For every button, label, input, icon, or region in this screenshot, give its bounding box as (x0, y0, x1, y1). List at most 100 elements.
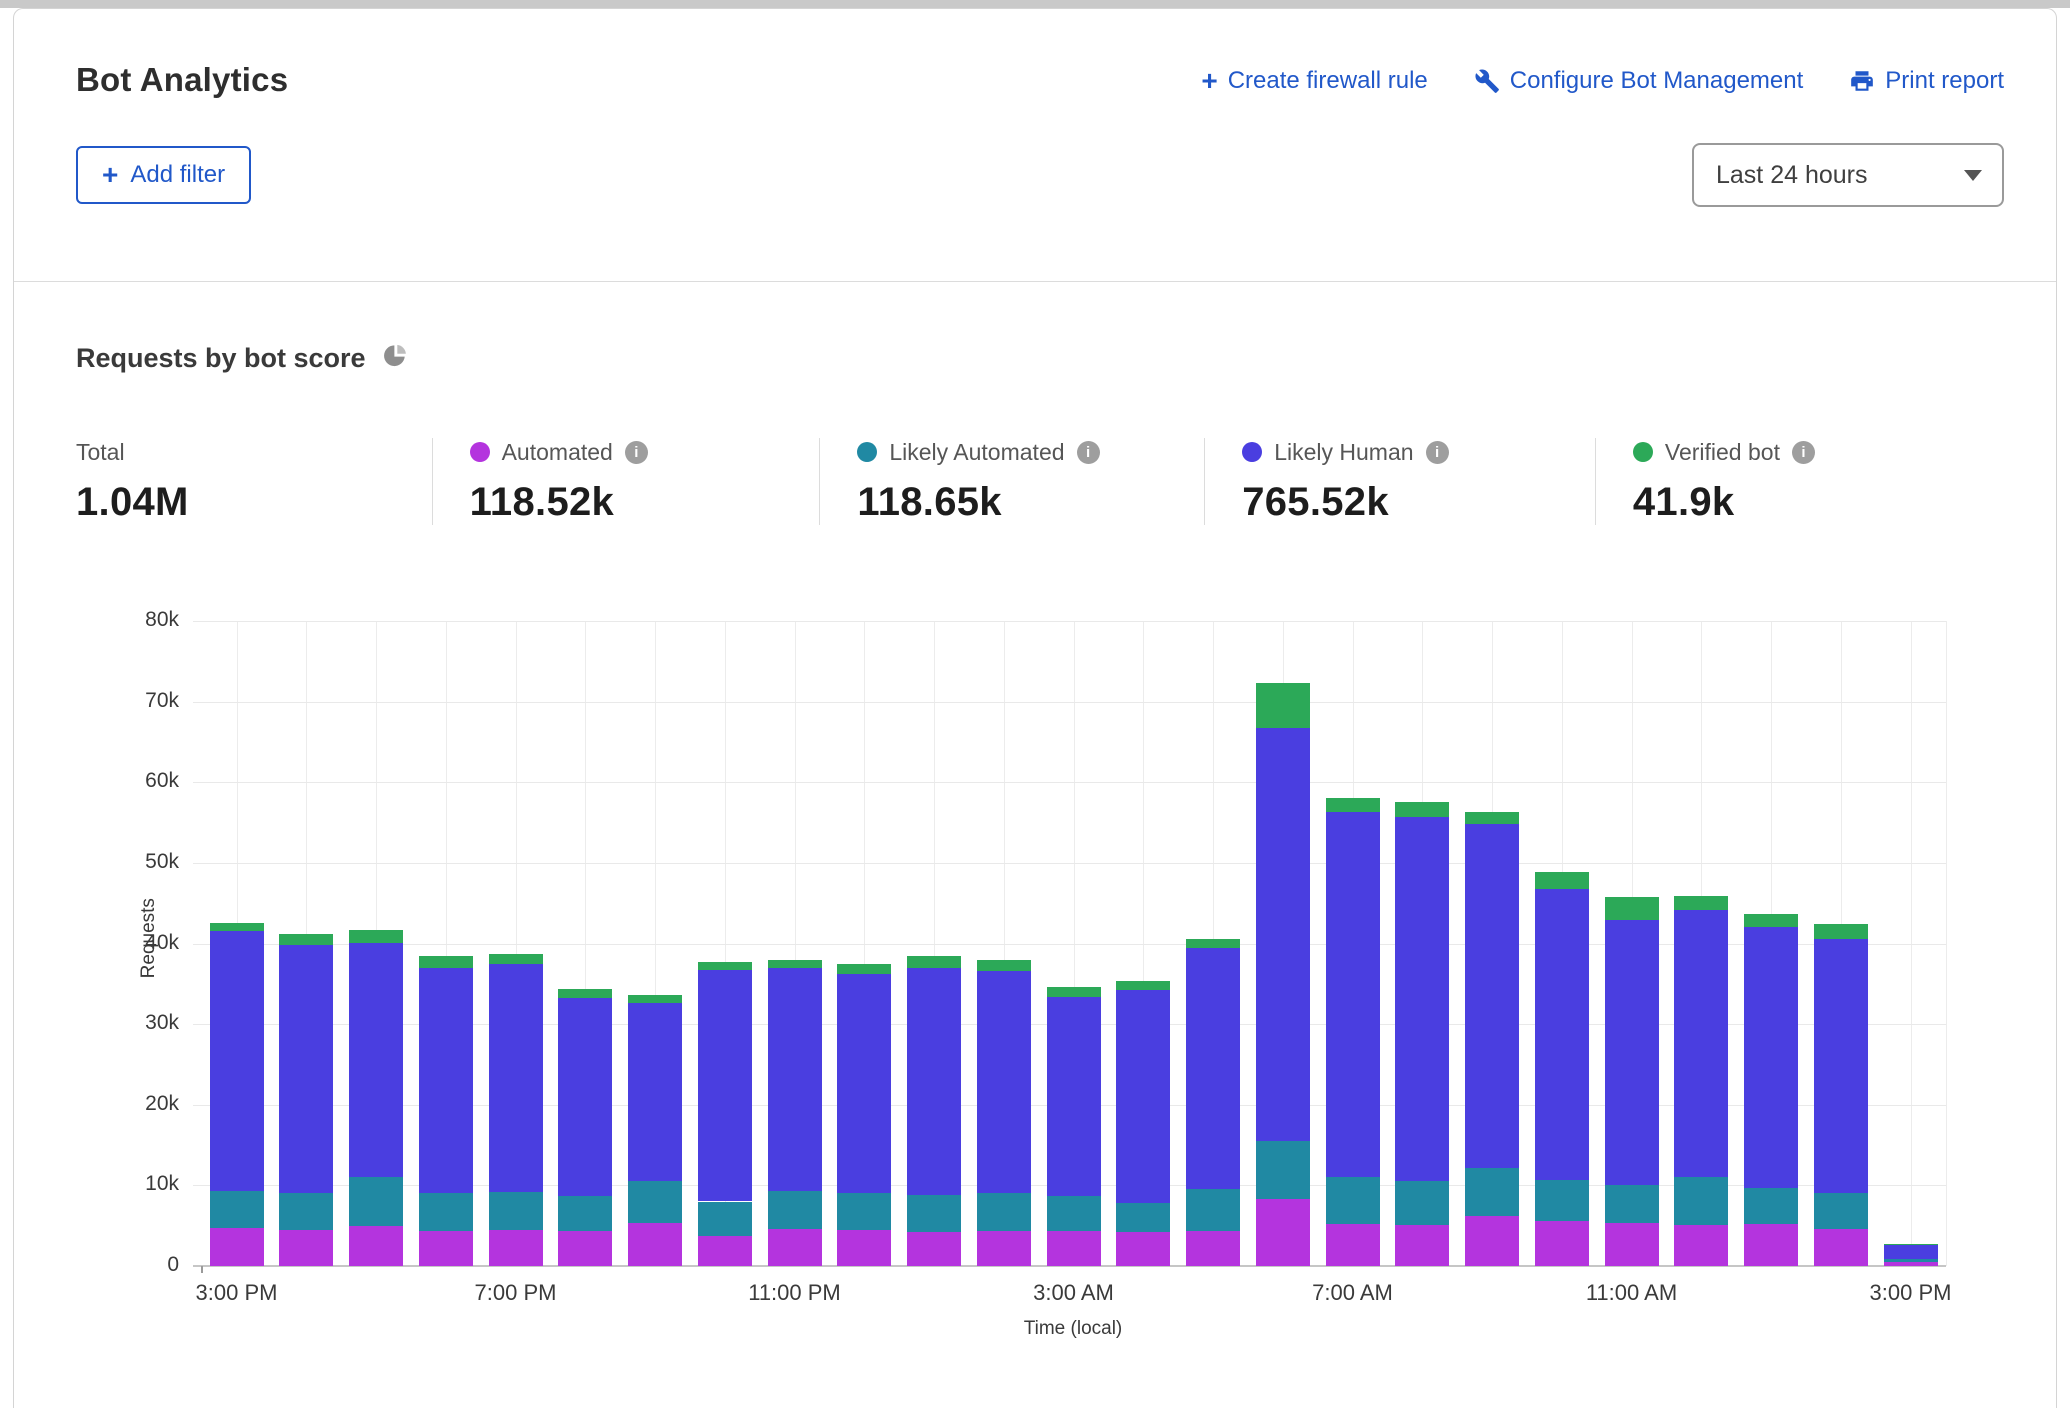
bar-segment[interactable] (419, 1193, 473, 1231)
info-icon[interactable]: i (1077, 441, 1100, 464)
bar-segment[interactable] (768, 1191, 822, 1229)
bar-segment[interactable] (1326, 1224, 1380, 1266)
bar-segment[interactable] (349, 1226, 403, 1266)
bar-segment[interactable] (1884, 1244, 1938, 1245)
print-report-link[interactable]: Print report (1849, 67, 2004, 95)
bar-segment[interactable] (1744, 1188, 1798, 1224)
time-range-select[interactable]: Last 24 hours (1692, 143, 2004, 207)
bar-segment[interactable] (1674, 910, 1728, 1177)
bar-segment[interactable] (837, 1230, 891, 1266)
bar-segment[interactable] (1814, 1229, 1868, 1266)
bar-segment[interactable] (1674, 896, 1728, 911)
bar-segment[interactable] (1395, 802, 1449, 817)
bar-segment[interactable] (1256, 728, 1310, 1141)
bar-segment[interactable] (1186, 1189, 1240, 1231)
bar-segment[interactable] (558, 989, 612, 998)
bar-segment[interactable] (489, 954, 543, 964)
bar-segment[interactable] (349, 943, 403, 1178)
bar-segment[interactable] (419, 968, 473, 1194)
bar-segment[interactable] (1047, 1196, 1101, 1231)
bar-segment[interactable] (1814, 924, 1868, 939)
bar-segment[interactable] (279, 945, 333, 1193)
bar-segment[interactable] (279, 1193, 333, 1229)
bar-segment[interactable] (1535, 1221, 1589, 1266)
bar-segment[interactable] (349, 930, 403, 943)
bar-segment[interactable] (419, 1231, 473, 1266)
info-icon[interactable]: i (625, 441, 648, 464)
bar-segment[interactable] (977, 960, 1031, 971)
bar-segment[interactable] (210, 923, 264, 931)
bar-segment[interactable] (1884, 1259, 1938, 1262)
bar-segment[interactable] (1395, 1225, 1449, 1266)
bar-segment[interactable] (1326, 812, 1380, 1177)
bar-segment[interactable] (768, 960, 822, 968)
bar-segment[interactable] (419, 956, 473, 967)
bar-segment[interactable] (1744, 1224, 1798, 1266)
bar-segment[interactable] (1605, 1223, 1659, 1266)
bar-segment[interactable] (907, 956, 961, 967)
bar-segment[interactable] (1814, 1193, 1868, 1228)
bar-segment[interactable] (558, 1231, 612, 1266)
bar-segment[interactable] (1395, 1181, 1449, 1225)
configure-bot-management-link[interactable]: Configure Bot Management (1474, 67, 1804, 95)
bar-segment[interactable] (837, 1193, 891, 1229)
bar-segment[interactable] (1186, 939, 1240, 948)
bar-segment[interactable] (907, 1195, 961, 1232)
bar-segment[interactable] (1047, 987, 1101, 997)
bar-segment[interactable] (1535, 889, 1589, 1180)
bar-segment[interactable] (698, 970, 752, 1201)
bar-segment[interactable] (1186, 948, 1240, 1189)
bar-segment[interactable] (558, 1196, 612, 1231)
bar-segment[interactable] (1256, 1141, 1310, 1199)
bar-segment[interactable] (1256, 683, 1310, 728)
add-filter-button[interactable]: + Add filter (76, 146, 251, 204)
bar-segment[interactable] (1814, 939, 1868, 1194)
bar-segment[interactable] (489, 1230, 543, 1266)
bar-segment[interactable] (349, 1177, 403, 1225)
create-firewall-rule-link[interactable]: + Create firewall rule (1201, 67, 1427, 95)
bar-segment[interactable] (1465, 1168, 1519, 1216)
bar-segment[interactable] (489, 1192, 543, 1230)
bar-segment[interactable] (1535, 1180, 1589, 1221)
bar-segment[interactable] (210, 931, 264, 1191)
bar-segment[interactable] (1116, 1232, 1170, 1266)
info-icon[interactable]: i (1792, 441, 1815, 464)
bar-segment[interactable] (977, 971, 1031, 1194)
bar-segment[interactable] (768, 968, 822, 1191)
bar-segment[interactable] (489, 964, 543, 1191)
bar-segment[interactable] (768, 1229, 822, 1266)
bar-segment[interactable] (1535, 872, 1589, 889)
bar-segment[interactable] (1605, 1185, 1659, 1223)
bar-segment[interactable] (907, 1232, 961, 1266)
bar-segment[interactable] (558, 998, 612, 1196)
bar-segment[interactable] (698, 962, 752, 970)
bar-segment[interactable] (698, 1236, 752, 1266)
bar-segment[interactable] (1116, 1203, 1170, 1232)
bar-segment[interactable] (977, 1193, 1031, 1230)
bar-segment[interactable] (907, 968, 961, 1195)
bar-segment[interactable] (1884, 1262, 1938, 1266)
bar-segment[interactable] (1465, 812, 1519, 824)
bar-segment[interactable] (1465, 1216, 1519, 1266)
bar-segment[interactable] (698, 1202, 752, 1237)
bar-segment[interactable] (1047, 997, 1101, 1196)
bar-segment[interactable] (837, 964, 891, 974)
bar-segment[interactable] (1884, 1245, 1938, 1259)
bar-segment[interactable] (628, 1003, 682, 1180)
bar-segment[interactable] (628, 1223, 682, 1266)
bar-segment[interactable] (210, 1191, 264, 1228)
bar-segment[interactable] (1326, 798, 1380, 812)
bar-segment[interactable] (1744, 914, 1798, 926)
bar-segment[interactable] (628, 995, 682, 1003)
bar-segment[interactable] (279, 1230, 333, 1266)
bar-segment[interactable] (1047, 1231, 1101, 1266)
bar-segment[interactable] (279, 934, 333, 945)
bar-segment[interactable] (1605, 920, 1659, 1185)
bar-segment[interactable] (1605, 897, 1659, 920)
bar-segment[interactable] (210, 1228, 264, 1266)
bar-segment[interactable] (1674, 1177, 1728, 1225)
bar-segment[interactable] (1116, 990, 1170, 1203)
bar-segment[interactable] (977, 1231, 1031, 1266)
bar-segment[interactable] (1256, 1199, 1310, 1266)
bar-segment[interactable] (1395, 817, 1449, 1181)
